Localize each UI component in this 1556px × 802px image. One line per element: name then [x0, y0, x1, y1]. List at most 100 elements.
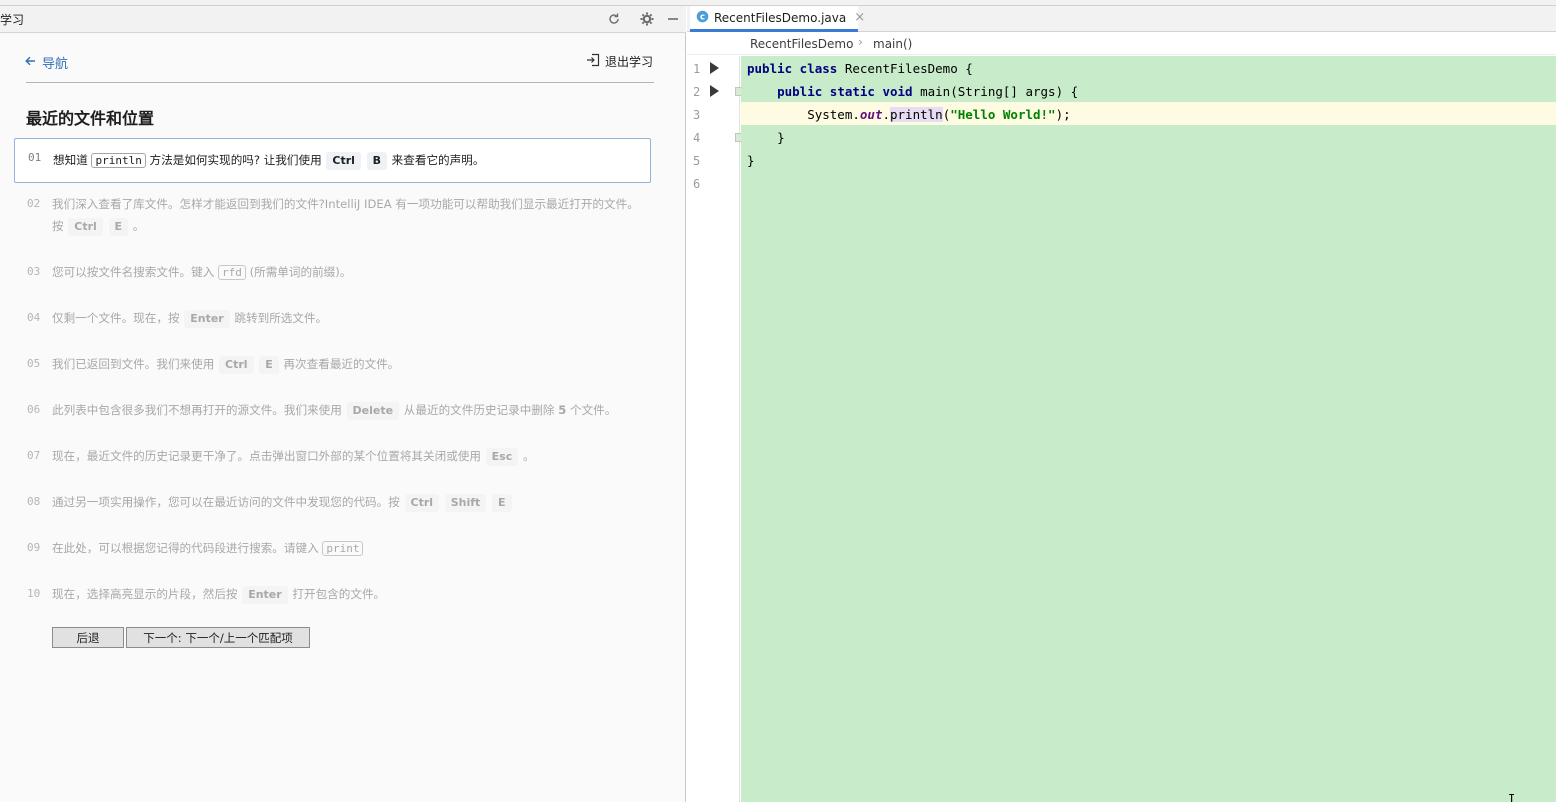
shortcut-key: Esc: [485, 448, 519, 466]
svg-text:c: c: [700, 12, 705, 22]
panel-title: 学习: [0, 13, 25, 27]
shortcut-key: E: [492, 494, 512, 512]
line-number: 6: [693, 177, 701, 191]
step-text-part: 您可以按文件名搜索文件。键入: [52, 265, 215, 279]
minimize-icon[interactable]: [664, 10, 682, 28]
step-text: 我们已返回到文件。我们来使用 Ctrl E 再次查看最近的文件。: [52, 353, 642, 375]
step-text: 想知道 println 方法是如何实现的吗? 让我们使用 Ctrl B 来查看它…: [53, 149, 643, 172]
line-number: 3: [693, 108, 701, 122]
tab-recent-files-demo[interactable]: c RecentFilesDemo.java ×: [690, 6, 865, 32]
back-button[interactable]: 后退: [52, 627, 124, 648]
exit-learning-link[interactable]: 退出学习: [586, 53, 653, 70]
exit-learning-label: 退出学习: [604, 55, 653, 69]
lesson-step: 05 我们已返回到文件。我们来使用 Ctrl E 再次查看最近的文件。: [14, 353, 651, 375]
step-number: 10: [27, 587, 41, 600]
step-text-part: (所需单词的前缀)。: [249, 265, 352, 279]
step-text: 通过另一项实用操作，您可以在最近访问的文件中发现您的代码。按 Ctrl Shif…: [52, 491, 642, 513]
code-token: System.: [747, 107, 860, 122]
arrow-left-icon: [25, 55, 36, 70]
lesson-step: 07 现在，最近文件的历史记录更干净了。点击弹出窗口外部的某个位置将其关闭或使用…: [14, 445, 651, 467]
code-token: .: [882, 107, 890, 122]
static-field: out: [859, 107, 883, 122]
step-text-part: 。: [132, 219, 145, 233]
lesson-step: 04 仅剩一个文件。现在，按 Enter 跳转到所选文件。: [14, 307, 651, 329]
shortcut-key: Ctrl: [219, 356, 254, 374]
step-text-part: 。: [522, 449, 535, 463]
code-editor: c RecentFilesDemo.java × RecentFilesDemo…: [687, 6, 1556, 802]
lesson-step: 09 在此处，可以根据您记得的代码段进行搜索。请键入 print: [14, 537, 651, 559]
step-text-part: 来查看它的声明。: [391, 153, 485, 167]
java-class-icon: c: [696, 10, 709, 26]
shortcut-key: Shift: [444, 494, 487, 512]
lesson-step: 06 此列表中包含很多我们不想再打开的源文件。我们来使用 Delete 从最近的…: [14, 399, 651, 421]
code-line: }: [747, 153, 755, 168]
lesson-step-active: 01 想知道 println 方法是如何实现的吗? 让我们使用 Ctrl B 来…: [14, 138, 651, 183]
lesson-step: 02 我们深入查看了库文件。怎样才能返回到我们的文件?IntelliJ IDEA…: [14, 193, 651, 237]
close-icon[interactable]: ×: [854, 10, 865, 25]
refresh-icon[interactable]: [605, 10, 623, 28]
step-number: 03: [27, 265, 41, 278]
code-token: );: [1055, 107, 1071, 122]
tab-label: RecentFilesDemo.java: [714, 10, 847, 25]
shortcut-key: E: [108, 218, 129, 236]
highlighted-method: println: [890, 107, 943, 122]
divider: [26, 82, 654, 83]
step-text-part: 我们已返回到文件。我们来使用: [52, 357, 215, 371]
code-line: System.out.println("Hello World!");: [747, 107, 1071, 122]
editor-tab-bar: c RecentFilesDemo.java ×: [687, 6, 1556, 32]
line-number: 5: [693, 154, 701, 168]
step-text-part: 个文件。: [569, 403, 617, 417]
step-text: 在此处，可以根据您记得的代码段进行搜索。请键入 print: [52, 537, 642, 560]
step-text-part: 方法是如何实现的吗? 让我们使用: [149, 153, 322, 167]
lesson-step: 10 现在，选择高亮显示的片段，然后按 Enter 打开包含的文件。: [14, 583, 651, 605]
exit-icon: [586, 53, 600, 70]
lesson-step: 08 通过另一项实用操作，您可以在最近访问的文件中发现您的代码。按 Ctrl S…: [14, 491, 651, 513]
code-snippet: print: [322, 541, 364, 556]
lesson-title: 最近的文件和位置: [26, 109, 155, 128]
code-line: public class RecentFilesDemo {: [747, 61, 973, 76]
breadcrumb-separator: ›: [858, 35, 863, 49]
navigation-back-link[interactable]: 导航: [25, 53, 68, 72]
string-literal: "Hello World!": [950, 107, 1056, 122]
step-text-part: 再次查看最近的文件。: [283, 357, 400, 371]
shortcut-key: Enter: [242, 586, 288, 604]
code-token: RecentFilesDemo {: [837, 61, 973, 76]
breadcrumb-method[interactable]: main(): [873, 37, 912, 51]
line-number: 4: [693, 131, 701, 145]
code-snippet: println: [91, 153, 146, 168]
code-snippet: rfd: [218, 265, 246, 280]
breadcrumb-class[interactable]: RecentFilesDemo: [750, 37, 853, 51]
code-area[interactable]: public class RecentFilesDemo { public st…: [741, 56, 1556, 802]
editor-gutter: 1 2 3 4 5 6: [687, 56, 744, 802]
gear-icon[interactable]: [638, 10, 656, 28]
step-count: 5: [558, 403, 567, 417]
step-number: 08: [27, 495, 41, 508]
step-number: 07: [27, 449, 41, 462]
step-text-part: 通过另一项实用操作，您可以在最近访问的文件中发现您的代码。按: [52, 495, 400, 509]
breadcrumb: RecentFilesDemo › main(): [687, 33, 1556, 55]
shortcut-key: Delete: [346, 402, 400, 420]
panel-header: 学习: [0, 6, 686, 33]
step-text: 现在，最近文件的历史记录更干净了。点击弹出窗口外部的某个位置将其关闭或使用 Es…: [52, 445, 642, 467]
step-text: 您可以按文件名搜索文件。键入 rfd (所需单词的前缀)。: [52, 261, 642, 284]
step-number: 05: [27, 357, 41, 370]
step-number: 06: [27, 403, 41, 416]
next-step-button[interactable]: 下一个: 下一个/上一个匹配项: [126, 627, 310, 648]
step-number: 04: [27, 311, 41, 324]
step-text-part: 现在，最近文件的历史记录更干净了。点击弹出窗口外部的某个位置将其关闭或使用: [52, 449, 481, 463]
step-number: 02: [27, 197, 41, 210]
step-text-part: 在此处，可以根据您记得的代码段进行搜索。请键入: [52, 541, 319, 555]
keyword: public static void: [777, 84, 913, 99]
run-icon[interactable]: [710, 85, 719, 97]
step-text: 现在，选择高亮显示的片段，然后按 Enter 打开包含的文件。: [52, 583, 642, 605]
code-line: public static void main(String[] args) {: [747, 84, 1078, 99]
step-text-part: 此列表中包含很多我们不想再打开的源文件。我们来使用: [52, 403, 342, 417]
run-icon[interactable]: [710, 62, 719, 74]
learning-panel: 学习 导航 退出学习 最近的文件和位置 01 想知道 println 方法是如何…: [0, 6, 686, 802]
step-text-part: 打开包含的文件。: [292, 587, 386, 601]
step-text: 仅剩一个文件。现在，按 Enter 跳转到所选文件。: [52, 307, 642, 329]
shortcut-key: Enter: [184, 310, 230, 328]
step-text-part: 仅剩一个文件。现在，按: [52, 311, 180, 325]
code-token: main(String[] args) {: [912, 84, 1079, 99]
